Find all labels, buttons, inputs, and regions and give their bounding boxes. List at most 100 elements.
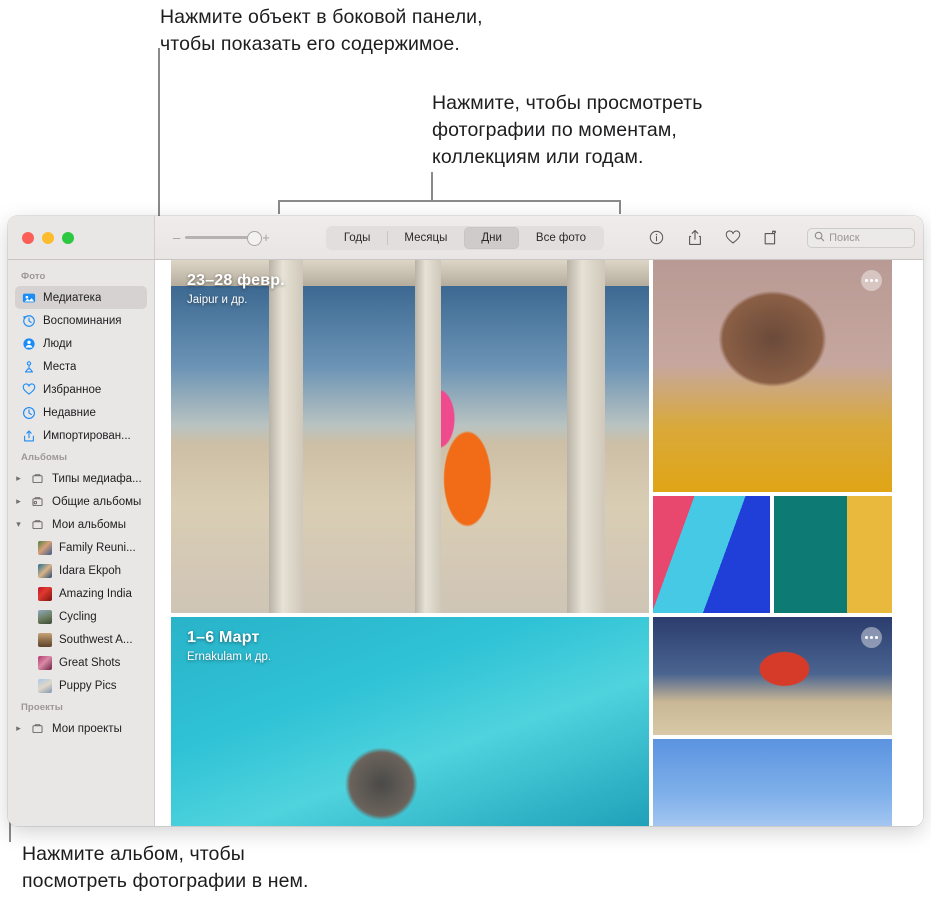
sidebar-item-label: Общие альбомы — [52, 495, 142, 508]
band-place: Jaipur и др. — [187, 294, 248, 306]
band-date: 1–6 Март — [187, 629, 260, 646]
sidebar-item-label: Amazing India — [59, 587, 132, 600]
chevron-right-icon[interactable]: ▸ — [14, 496, 23, 507]
slider-track[interactable] — [185, 230, 263, 246]
sidebar-item-my-projects[interactable]: ▸ Мои проекты — [8, 717, 154, 740]
folder-icon — [30, 471, 45, 486]
sidebar-item-label: Family Reuni... — [59, 541, 136, 554]
sidebar-item-memories[interactable]: Воспоминания — [8, 309, 154, 332]
photo-subrow — [653, 496, 892, 613]
band-overlay-label: 23–28 февр. Jaipur и др. — [187, 272, 285, 308]
memories-icon — [21, 313, 36, 328]
sidebar-item-media-types[interactable]: ▸ Типы медиафа... — [8, 467, 154, 490]
sidebar-item-label: Southwest A... — [59, 633, 133, 646]
callout-line-toolbar-left — [278, 200, 280, 214]
sidebar-album-puppy-pics[interactable]: Puppy Pics — [8, 674, 154, 697]
sidebar-section-albums-header: Альбомы — [21, 452, 68, 463]
sidebar-item-favorites[interactable]: Избранное — [8, 378, 154, 401]
sidebar[interactable]: Фото Медиатека Воспоминания Люди Места И… — [8, 260, 155, 826]
photo-tile-swimmer[interactable]: 1–6 Март Ernakulam и др. — [171, 617, 649, 826]
album-thumbnail — [38, 540, 52, 555]
zoom-in-icon[interactable]: + — [262, 231, 270, 244]
photo-grid: 23–28 февр. Jaipur и др. 1–6 Март Ernaku… — [171, 260, 892, 826]
sidebar-item-shared-albums[interactable]: ▸ Общие альбомы — [8, 490, 154, 513]
sidebar-item-label: Места — [43, 360, 77, 373]
sidebar-item-label: Мои проекты — [52, 722, 122, 735]
sidebar-item-label: Idara Ekpoh — [59, 564, 122, 577]
info-icon[interactable] — [648, 228, 665, 247]
minimize-button[interactable] — [42, 231, 54, 244]
sidebar-item-label: Мои альбомы — [52, 518, 126, 531]
sidebar-item-label: Избранное — [43, 383, 102, 396]
search-icon — [814, 229, 825, 247]
sidebar-item-label: Воспоминания — [43, 314, 122, 327]
photos-app-window: – + Годы Месяцы Дни Все фото Поиск Фото … — [8, 216, 923, 826]
photo-tile-glasses[interactable] — [653, 496, 770, 613]
folder-icon — [30, 517, 45, 532]
photo-tile-sky[interactable] — [653, 739, 892, 826]
tab-all-photos[interactable]: Все фото — [519, 227, 603, 249]
sidebar-section-photos-header: Фото — [21, 271, 46, 282]
sidebar-item-label: Типы медиафа... — [52, 472, 142, 485]
sidebar-album-amazing-india[interactable]: Amazing India — [8, 582, 154, 605]
thumbnail-size-slider[interactable]: – + — [173, 230, 270, 246]
heart-icon[interactable] — [724, 228, 741, 247]
callout-toolbar-text: Нажмите, чтобы просмотреть фотографии по… — [432, 92, 703, 168]
band-place: Ernakulam и др. — [187, 651, 272, 663]
window-controls — [8, 216, 155, 259]
sidebar-item-recents[interactable]: Недавние — [8, 401, 154, 424]
chevron-down-icon[interactable]: ▾ — [14, 519, 23, 530]
share-icon[interactable] — [686, 228, 703, 247]
chevron-right-icon[interactable]: ▸ — [14, 723, 23, 734]
chevron-right-icon[interactable]: ▸ — [14, 473, 23, 484]
more-options-button[interactable] — [861, 270, 882, 291]
sidebar-album-cycling[interactable]: Cycling — [8, 605, 154, 628]
photo-column — [653, 617, 892, 826]
sidebar-item-label: Cycling — [59, 610, 97, 623]
photo-tile-door[interactable] — [774, 496, 892, 613]
sidebar-item-label: Импортирован... — [43, 429, 131, 442]
photo-tile-dancer[interactable]: 23–28 февр. Jaipur и др. — [171, 260, 649, 613]
zoom-out-icon[interactable]: – — [173, 231, 180, 244]
sidebar-item-my-albums[interactable]: ▾ Мои альбомы — [8, 513, 154, 536]
search-field[interactable]: Поиск — [807, 227, 916, 248]
photos-library-icon — [21, 290, 36, 305]
sidebar-item-label: Great Shots — [59, 656, 121, 669]
sidebar-item-label: Недавние — [43, 406, 96, 419]
sidebar-item-places[interactable]: Места — [8, 355, 154, 378]
sidebar-item-label: Люди — [43, 337, 73, 350]
import-icon — [21, 428, 36, 443]
photo-tile-biker[interactable] — [653, 617, 892, 735]
shared-folder-icon — [30, 494, 45, 509]
photo-band: 23–28 февр. Jaipur и др. — [171, 260, 892, 613]
decor-pillar — [269, 260, 303, 613]
sidebar-item-people[interactable]: Люди — [8, 332, 154, 355]
zoom-button[interactable] — [62, 231, 74, 244]
slider-knob[interactable] — [247, 230, 263, 246]
sidebar-album-great-shots[interactable]: Great Shots — [8, 651, 154, 674]
rotate-icon[interactable] — [762, 228, 779, 247]
more-options-button[interactable] — [861, 627, 882, 648]
close-button[interactable] — [22, 231, 34, 244]
sidebar-item-imported[interactable]: Импортирован... — [8, 424, 154, 447]
tab-months[interactable]: Месяцы — [387, 227, 464, 249]
album-thumbnail — [38, 632, 52, 647]
album-thumbnail — [38, 655, 52, 670]
sidebar-item-label: Медиатека — [43, 291, 102, 304]
photo-tile-woman[interactable] — [653, 260, 892, 492]
view-mode-segmented-control[interactable]: Годы Месяцы Дни Все фото — [325, 225, 605, 250]
photo-grid-area[interactable]: 23–28 февр. Jaipur и др. 1–6 Март Ernaku… — [155, 260, 923, 826]
tab-years[interactable]: Годы — [327, 227, 388, 249]
album-thumbnail — [38, 678, 52, 693]
sidebar-album-southwest[interactable]: Southwest A... — [8, 628, 154, 651]
callout-line-toolbar-stem — [431, 172, 433, 201]
sidebar-item-library[interactable]: Медиатека — [15, 286, 147, 309]
decor-pillar — [567, 260, 605, 613]
window-body: Фото Медиатека Воспоминания Люди Места И… — [8, 260, 923, 826]
photo-band: 1–6 Март Ernakulam и др. — [171, 617, 892, 826]
sidebar-album-family-reunion[interactable]: Family Reuni... — [8, 536, 154, 559]
tab-days[interactable]: Дни — [464, 226, 519, 249]
sidebar-album-idara-ekpoh[interactable]: Idara Ekpoh — [8, 559, 154, 582]
toolbar: – + Годы Месяцы Дни Все фото Поиск — [155, 216, 923, 259]
places-icon — [21, 359, 36, 374]
